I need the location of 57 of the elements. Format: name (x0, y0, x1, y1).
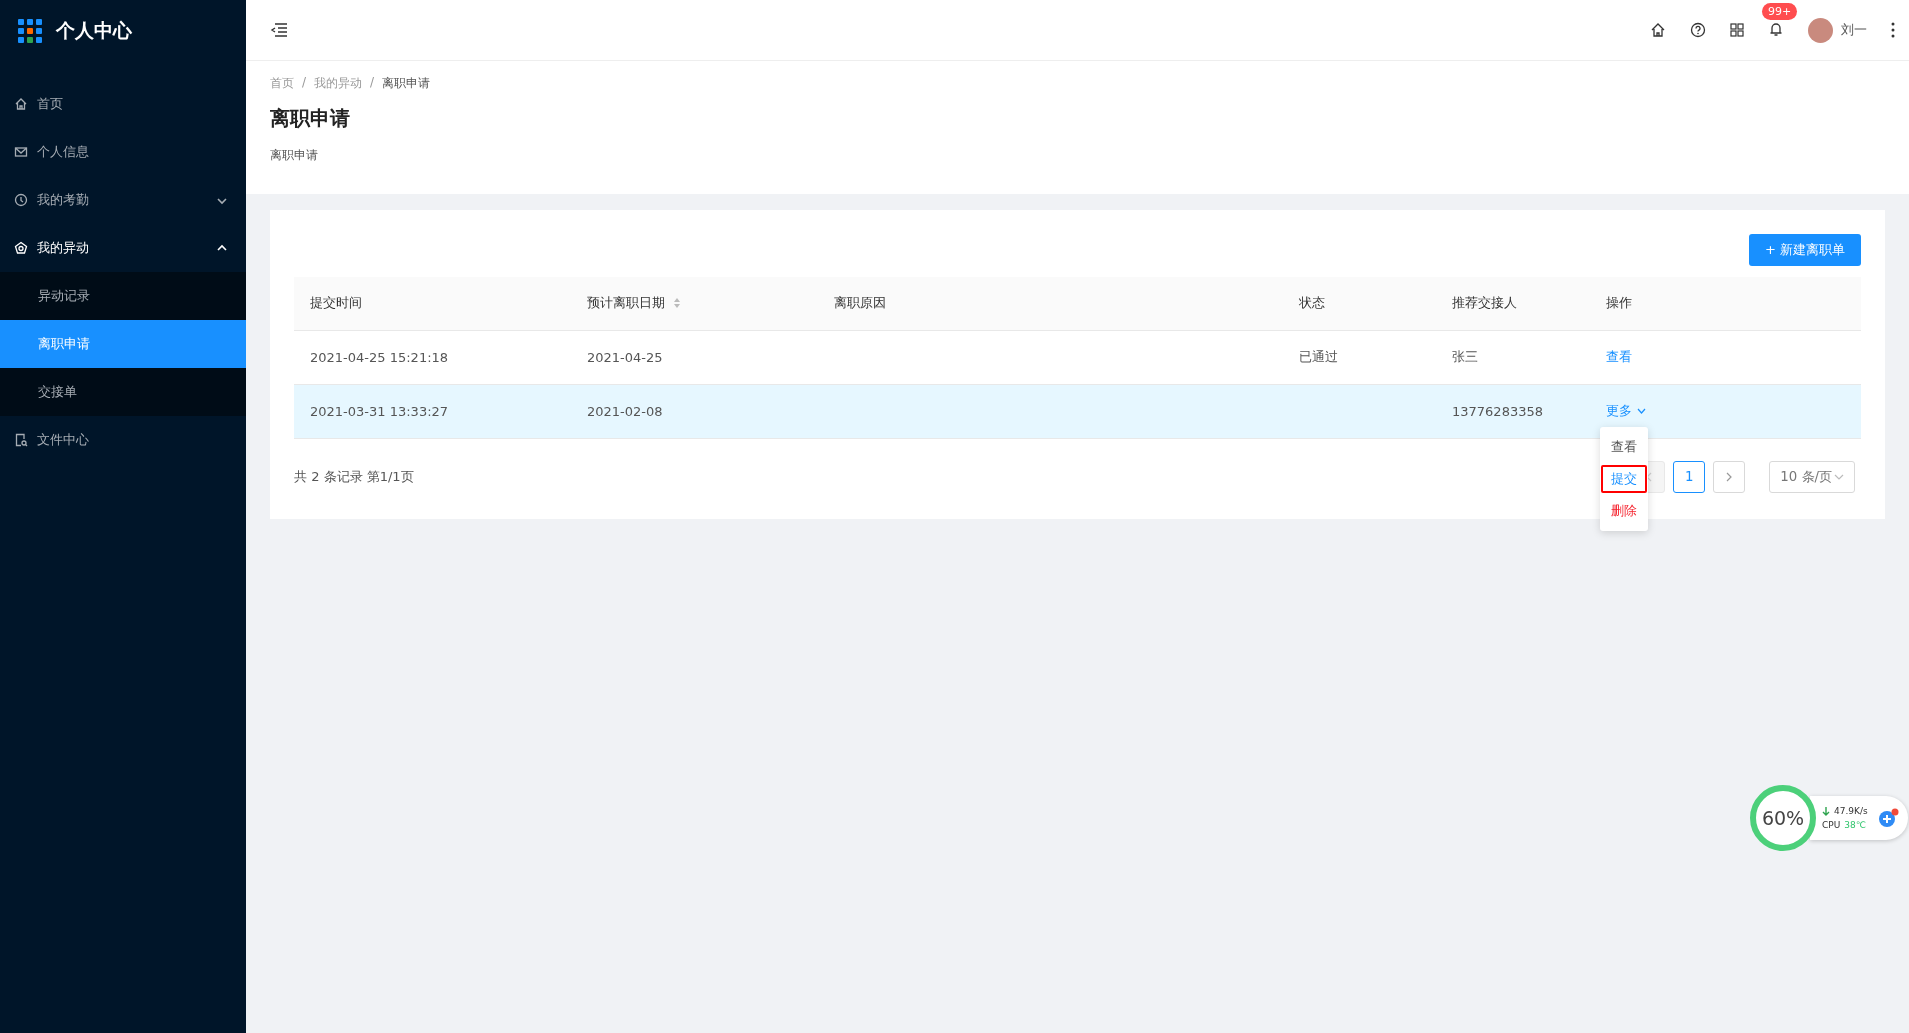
app-title: 个人中心 (56, 17, 132, 43)
network-speed: 47.9K/s (1834, 806, 1868, 816)
page-subtitle: 离职申请 (270, 147, 319, 164)
document-search-icon (14, 433, 28, 447)
cpu-temperature: 38℃ (1844, 820, 1866, 830)
grid-icon[interactable] (1730, 23, 1744, 37)
menu-fold-icon[interactable] (270, 22, 288, 38)
bell-icon[interactable] (1768, 20, 1784, 37)
column-header: 操作 (1590, 277, 1861, 330)
menu-item[interactable]: 文件中心 (0, 416, 246, 464)
submenu-item[interactable]: 交接单 (0, 368, 246, 416)
home-icon (14, 97, 28, 111)
dropdown-item[interactable]: 查看 (1601, 432, 1647, 461)
table-cell: 2021-03-31 13:33:27 (310, 403, 449, 419)
breadcrumb-item: 离职申请 (382, 75, 431, 92)
column-header: 离职原因 (818, 277, 1283, 330)
chevron-down-icon (1834, 473, 1844, 480)
download-arrow-icon (1822, 806, 1830, 816)
dropdown-item[interactable]: 删除 (1601, 496, 1647, 525)
table-cell: 已通过 (1299, 349, 1338, 364)
user-name[interactable]: 刘一 (1841, 21, 1867, 39)
notification-badge: 99+ (1762, 2, 1798, 20)
chevron-down-icon (1637, 408, 1646, 414)
plus-circle-icon[interactable] (1877, 808, 1900, 828)
menu-item[interactable]: 首页 (0, 80, 246, 128)
column-header[interactable]: 预计离职日期 (587, 294, 665, 313)
column-header: 状态 (1283, 277, 1436, 330)
avatar[interactable] (1808, 17, 1833, 43)
breadcrumb-separator: / (370, 75, 375, 91)
column-header: 推荐交接人 (1436, 277, 1590, 330)
cpu-label: CPU (1822, 820, 1841, 830)
menu-item[interactable]: 个人信息 (0, 128, 246, 176)
table-cell: 13776283358 (1452, 403, 1543, 419)
chevron-right-icon (1726, 471, 1733, 482)
table-cell: 2021-04-25 (587, 349, 663, 365)
clock-icon (14, 193, 28, 207)
pentagon-icon (14, 241, 28, 255)
table-cell: 2021-02-08 (587, 403, 663, 419)
table-cell: 2021-04-25 15:21:18 (310, 349, 449, 365)
chevron-left-icon (1646, 471, 1653, 482)
column-header: 提交时间 (294, 277, 571, 330)
breadcrumb-separator: / (302, 75, 307, 91)
mail-icon (14, 145, 28, 159)
submenu-item[interactable]: 异动记录 (0, 272, 246, 320)
page-title: 离职申请 (270, 105, 351, 132)
menu-item[interactable]: 我的考勤 (0, 176, 246, 224)
record-summary: 共 2 条记录 第1/1页 (294, 467, 414, 486)
more-vertical-icon[interactable] (1891, 22, 1895, 38)
help-icon[interactable] (1690, 22, 1706, 38)
menu-item[interactable]: 我的异动 (0, 224, 246, 272)
page-size-select[interactable]: 10 条/页 (1769, 460, 1855, 493)
home-icon[interactable] (1650, 22, 1666, 38)
usage-gauge: 60% (1750, 785, 1816, 851)
table-cell: 张三 (1452, 349, 1478, 364)
chevron-icon (216, 243, 228, 253)
chevron-icon (216, 195, 228, 205)
grid-logo-icon (18, 18, 42, 43)
